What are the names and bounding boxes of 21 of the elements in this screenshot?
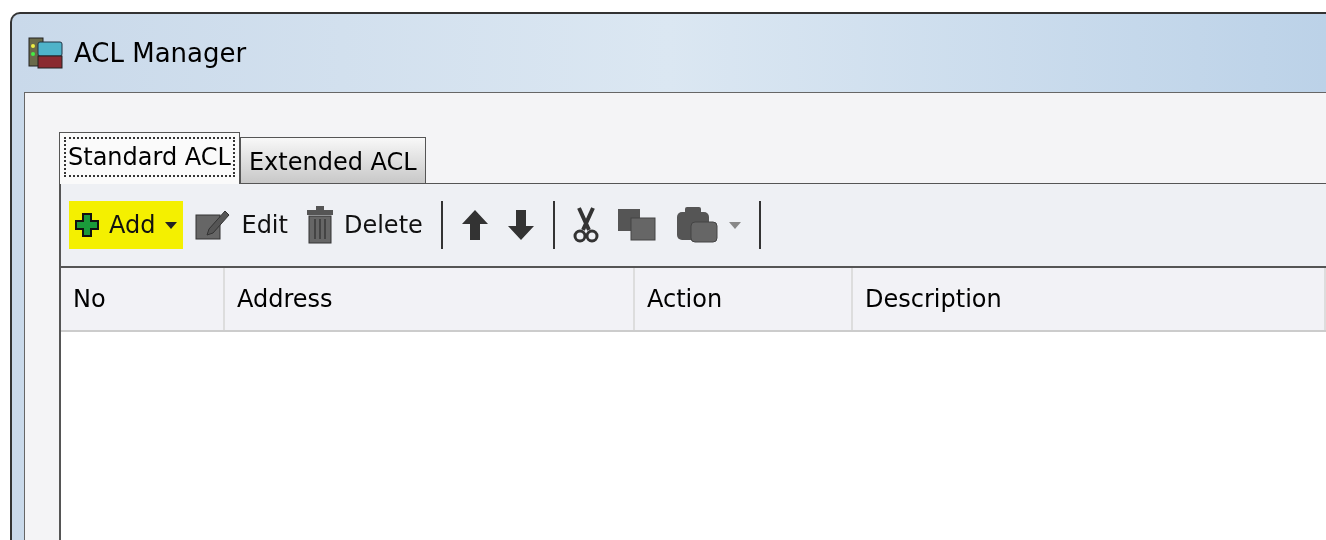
tab[interactable]: Extended ACL: [239, 137, 426, 183]
column-header[interactable]: No: [61, 268, 225, 330]
app-icon: [28, 36, 64, 70]
column-header[interactable]: Description: [853, 268, 1326, 330]
pencil-icon: [195, 209, 232, 241]
down-arrow-icon: [506, 209, 535, 241]
toolbar-button[interactable]: Edit: [189, 201, 294, 249]
paste-icon: [674, 206, 719, 244]
copy-icon: [616, 208, 657, 242]
plus-icon: [75, 213, 99, 237]
toolbar-button[interactable]: Delete: [299, 201, 429, 249]
column-header[interactable]: Address: [225, 268, 635, 330]
trash-icon: [305, 206, 334, 244]
up-arrow-icon: [460, 209, 489, 241]
scissors-icon: [572, 206, 599, 244]
window-title: ACL Manager: [74, 36, 247, 70]
caret-icon: [728, 221, 741, 229]
toolbar-button[interactable]: Add: [69, 201, 184, 249]
column-header[interactable]: Action: [635, 268, 853, 330]
caret-icon: [165, 221, 178, 229]
tab[interactable]: Standard ACL: [59, 132, 240, 184]
